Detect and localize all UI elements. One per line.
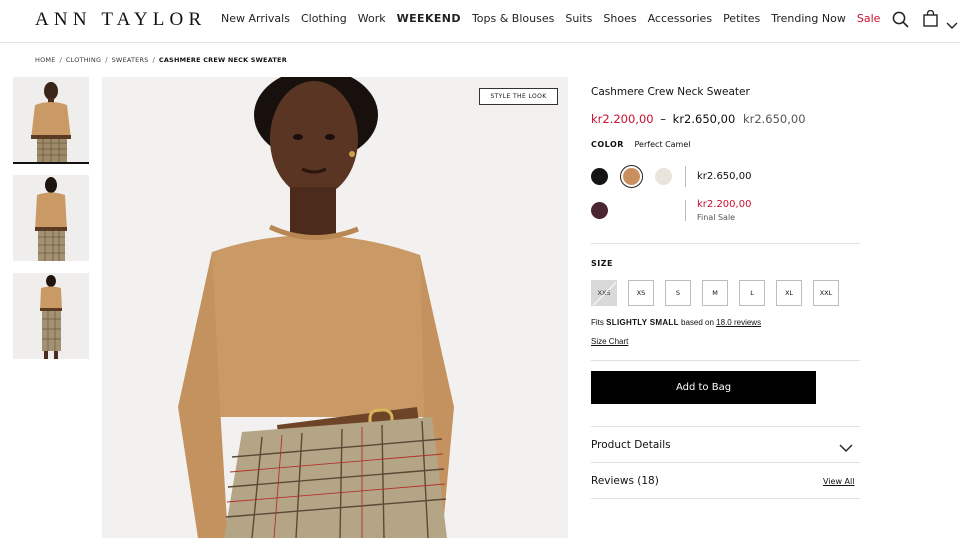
divider (591, 243, 860, 244)
shopping-bag-icon[interactable] (923, 9, 938, 31)
view-all-reviews-link[interactable]: View All (823, 477, 854, 486)
nav-petites[interactable]: Petites (723, 12, 760, 25)
divider (591, 498, 860, 499)
swatch-black[interactable] (591, 168, 608, 185)
final-sale-note: Final Sale (697, 213, 736, 222)
thumbnail-1[interactable] (13, 77, 89, 164)
divider (591, 360, 860, 361)
chevron-down-icon[interactable] (839, 438, 853, 457)
nav-shoes[interactable]: Shoes (603, 12, 636, 25)
reviews-toggle[interactable]: Reviews (18) (591, 475, 659, 487)
breadcrumb-clothing[interactable]: CLOTHING (66, 56, 101, 64)
fit-info: Fits SLIGHTLY SMALL based on 18.0 review… (591, 318, 762, 327)
breadcrumb: HOME / CLOTHING / SWEATERS / CASHMERE CR… (35, 56, 287, 64)
breadcrumb-current: CASHMERE CREW NECK SWEATER (158, 56, 287, 64)
swatch-plum[interactable] (591, 202, 608, 219)
price-block: kr2.200,00 – kr2.650,00 kr2.650,00 (591, 112, 806, 126)
model-photo (102, 77, 568, 538)
size-xxs[interactable]: XXS (591, 280, 617, 306)
nav-trending-now[interactable]: Trending Now (771, 12, 846, 25)
swatch-divider-1 (685, 166, 686, 187)
thumbnail-2[interactable] (13, 175, 89, 261)
nav-accessories[interactable]: Accessories (648, 12, 712, 25)
search-icon[interactable] (892, 11, 909, 32)
product-title: Cashmere Crew Neck Sweater (591, 86, 750, 98)
color-row: COLOR Perfect Camel (591, 140, 691, 149)
size-xl[interactable]: XL (776, 280, 802, 306)
divider (591, 426, 860, 427)
thumbnail-3[interactable] (13, 273, 89, 359)
size-m[interactable]: M (702, 280, 728, 306)
add-to-bag-button[interactable]: Add to Bag (591, 371, 816, 404)
size-s[interactable]: S (665, 280, 691, 306)
breadcrumb-home[interactable]: HOME (35, 56, 56, 64)
breadcrumb-sweaters[interactable]: SWEATERS (112, 56, 149, 64)
size-l[interactable]: L (739, 280, 765, 306)
size-label: SIZE (591, 259, 614, 268)
price-dash: – (660, 112, 667, 126)
color-label: COLOR (591, 140, 624, 149)
fit-value: SLIGHTLY SMALL (606, 318, 679, 327)
nav-tops-blouses[interactable]: Tops & Blouses (472, 12, 554, 25)
swatch-ivory[interactable] (655, 168, 672, 185)
nav-sale[interactable]: Sale (857, 12, 881, 25)
nav-work[interactable]: Work (358, 12, 386, 25)
size-xs[interactable]: XS (628, 280, 654, 306)
main-product-image[interactable]: STYLE THE LOOK (102, 77, 568, 538)
swatch-perfect-camel[interactable] (623, 168, 640, 185)
site-header: ANN TAYLOR New Arrivals Clothing Work WE… (0, 0, 960, 43)
swatch-price-regular: kr2.650,00 (697, 171, 752, 182)
original-price: kr2.650,00 (742, 112, 806, 126)
style-the-look-button[interactable]: STYLE THE LOOK (479, 88, 558, 105)
brand-logo[interactable]: ANN TAYLOR (35, 9, 206, 31)
product-details-toggle[interactable]: Product Details (591, 439, 671, 451)
main-nav: New Arrivals Clothing Work WEEKEND Tops … (221, 12, 891, 25)
fit-reviews-link[interactable]: 18.0 reviews (716, 318, 761, 327)
swatch-price-sale: kr2.200,00 (697, 199, 752, 210)
swatch-divider-2 (685, 200, 686, 221)
size-chart-link[interactable]: Size Chart (591, 337, 628, 346)
color-value: Perfect Camel (634, 140, 691, 149)
nav-clothing[interactable]: Clothing (301, 12, 347, 25)
divider (591, 462, 860, 463)
nav-weekend[interactable]: WEEKEND (397, 12, 461, 25)
sale-price-high: kr2.650,00 (672, 112, 736, 126)
nav-suits[interactable]: Suits (565, 12, 592, 25)
sale-price-low: kr2.200,00 (591, 112, 654, 126)
size-xxl[interactable]: XXL (813, 280, 839, 306)
nav-new-arrivals[interactable]: New Arrivals (221, 12, 290, 25)
chevron-down-icon[interactable] (946, 15, 958, 34)
